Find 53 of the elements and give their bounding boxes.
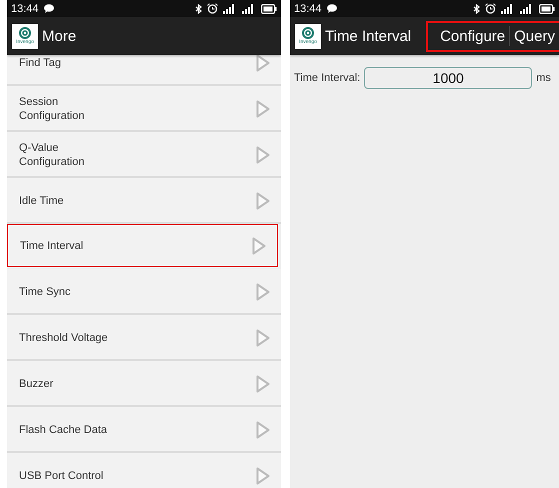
chat-bubble-icon <box>326 4 337 13</box>
menu-item-label: Time Sync <box>19 284 72 298</box>
rings-icon <box>17 27 33 39</box>
signal-icon <box>223 4 237 14</box>
chevron-icon <box>256 328 270 346</box>
menu-item-label: USB Port Control <box>19 468 104 482</box>
bluetooth-icon <box>473 4 480 14</box>
chevron-icon <box>256 374 270 392</box>
battery-icon <box>261 4 277 14</box>
signal-icon <box>501 4 515 14</box>
menu-item[interactable]: Threshold Voltage <box>7 315 281 361</box>
menu-item[interactable]: USB Port Control <box>7 453 281 488</box>
clock-time: 13:44 <box>294 2 322 14</box>
menu-item[interactable]: Find Tag <box>7 55 281 86</box>
menu-item-label: Idle Time <box>19 194 65 208</box>
menu-item-label: Find Tag <box>19 56 62 70</box>
alarm-clock-icon <box>207 3 218 14</box>
screen-title: More <box>42 28 76 44</box>
time-interval-field[interactable]: 1000 <box>364 67 532 89</box>
menu-item-label: Flash Cache Data <box>19 422 108 436</box>
menu-item[interactable]: Idle Time <box>7 178 281 224</box>
signal-icon <box>520 4 534 14</box>
chevron-icon <box>252 236 266 254</box>
chevron-icon <box>256 282 270 300</box>
menu-item-label: Buzzer <box>19 376 54 390</box>
clock-time: 13:44 <box>11 2 39 14</box>
chevron-icon <box>256 55 270 72</box>
menu-item-label: Q-Value Configuration <box>19 140 86 168</box>
menu-item[interactable]: Flash Cache Data <box>7 407 281 453</box>
menu-item-label: Threshold Voltage <box>19 330 109 344</box>
chevron-icon <box>256 146 270 164</box>
menu-item-label: Session Configuration <box>19 94 86 122</box>
screen-title: Time Interval <box>325 28 412 44</box>
menu-item[interactable]: Session Configuration <box>7 86 281 132</box>
bluetooth-icon <box>195 4 202 14</box>
field-label: Time Interval: <box>294 72 360 84</box>
menu-item[interactable]: Time Sync <box>7 269 281 315</box>
rings-icon <box>300 27 316 39</box>
chevron-icon <box>256 192 270 210</box>
battery-icon <box>539 4 555 14</box>
menu-item[interactable]: Time Interval <box>7 224 278 267</box>
chat-bubble-icon <box>44 4 54 13</box>
chevron-icon <box>256 466 270 484</box>
signal-icon <box>242 4 256 14</box>
unit-label: ms <box>536 72 551 84</box>
menu-item[interactable]: Q-Value Configuration <box>7 132 281 178</box>
menu-item[interactable]: Buzzer <box>7 361 281 407</box>
alarm-clock-icon <box>485 3 496 14</box>
chevron-icon <box>256 100 270 118</box>
chevron-icon <box>256 420 270 438</box>
menu-item-label: Time Interval <box>20 238 84 252</box>
action-button[interactable]: Configure <box>436 28 510 44</box>
action-button[interactable]: Query <box>510 28 559 44</box>
